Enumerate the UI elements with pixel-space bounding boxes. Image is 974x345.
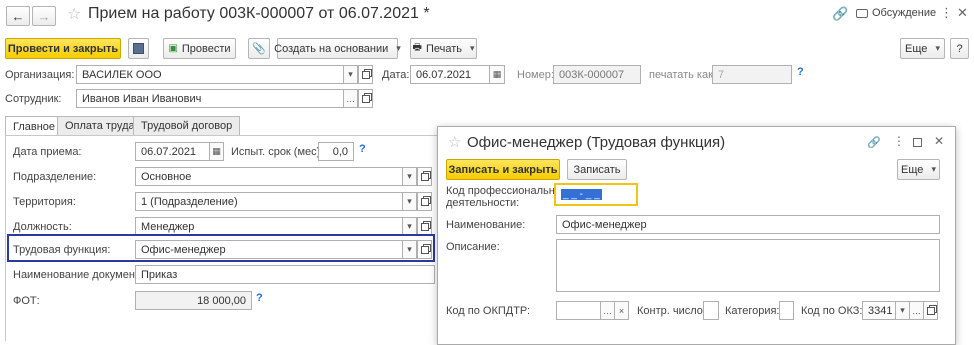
employee-field[interactable]: Иванов Иван Иванович (76, 89, 344, 108)
dialog-link-icon[interactable]: 🔗 (867, 136, 881, 149)
okpdtr-label: Код по ОКПДТР: (446, 305, 531, 317)
prof-code-value: _ _ - _ _ (561, 189, 602, 200)
okz-dropdown[interactable]: ▾ (895, 301, 910, 320)
prof-code-field[interactable]: _ _ - _ _ (554, 183, 638, 206)
probation-help-icon[interactable]: ? (359, 143, 366, 155)
arrow-right-icon: → (37, 8, 51, 24)
arrow-left-icon: ← (11, 8, 25, 24)
category-label: Категория: (725, 305, 780, 317)
probation-field[interactable]: 0,0 (318, 142, 354, 161)
okz-select-button[interactable]: … (909, 301, 924, 320)
link-icon[interactable]: 🔗 (832, 6, 848, 22)
calendar-icon: ▦ (212, 146, 221, 156)
okz-label: Код по ОКЗ: (801, 305, 863, 317)
discussion-button[interactable]: Обсуждение (856, 7, 936, 19)
doc-name-label: Наименование документа: (13, 269, 150, 281)
page-title: Прием на работу 003К-000007 от 06.07.202… (88, 5, 430, 22)
dept-open-button[interactable] (417, 167, 432, 186)
labor-function-dropdown[interactable]: ▾ (402, 240, 417, 259)
post-button[interactable]: ▣ Провести (163, 38, 236, 59)
labor-function-field[interactable]: Офис-менеджер (135, 240, 403, 259)
print-as-field[interactable]: 7 (712, 65, 792, 84)
save-button[interactable] (128, 38, 149, 59)
employee-label: Сотрудник: (5, 93, 62, 105)
territory-open-button[interactable] (417, 192, 432, 211)
okpdtr-field[interactable] (556, 301, 601, 320)
number-field: 003К-000007 (553, 65, 641, 84)
close-icon[interactable]: ✕ (957, 5, 968, 21)
org-dropdown[interactable]: ▾ (343, 65, 358, 84)
fot-help-icon[interactable]: ? (256, 292, 263, 304)
tab-payment[interactable]: Оплата труда (57, 116, 143, 135)
number-label: Номер: (517, 69, 554, 81)
print-as-help-icon[interactable]: ? (797, 66, 804, 78)
dept-dropdown[interactable]: ▾ (402, 167, 417, 186)
name-label: Наименование: (446, 219, 526, 231)
employee-open-button[interactable] (358, 89, 373, 108)
territory-field[interactable]: 1 (Подразделение) (135, 192, 403, 211)
help-button[interactable]: ? (950, 38, 969, 59)
back-button[interactable]: ← (6, 6, 30, 26)
okpdtr-select-button[interactable]: … (600, 301, 615, 320)
prof-code-label: Код профессиональной деятельности: (446, 185, 568, 209)
org-label: Организация: (5, 69, 75, 81)
tab-main[interactable]: Главное (5, 116, 64, 136)
dialog-close-icon[interactable]: ✕ (934, 134, 944, 148)
date-field[interactable]: 06.07.2021 (410, 65, 490, 84)
save-and-close-button[interactable]: Записать и закрыть (446, 159, 560, 180)
dept-field[interactable]: Основное (135, 167, 403, 186)
description-label: Описание: (446, 241, 500, 253)
org-open-button[interactable] (358, 65, 373, 84)
hire-date-calendar-button[interactable]: ▦ (209, 142, 224, 161)
more-vert-icon[interactable]: ⋮ (940, 5, 953, 21)
post-and-close-button[interactable]: Провести и закрыть (5, 38, 121, 59)
okz-open-button[interactable] (923, 301, 938, 320)
date-label: Дата: (382, 69, 410, 81)
dialog-favorite-star-icon[interactable]: ☆ (448, 133, 461, 151)
hire-date-field[interactable]: 06.07.2021 (135, 142, 210, 161)
post-document-icon: ▣ (168, 43, 178, 54)
dialog-maximize-icon[interactable] (913, 138, 922, 147)
paperclip-icon: 📎 (252, 43, 266, 55)
fot-field: 18 000,00 (135, 291, 252, 310)
more-button[interactable]: Еще (900, 38, 945, 59)
comment-icon (856, 8, 868, 18)
category-field[interactable] (779, 301, 794, 320)
dialog-more-vert-icon[interactable]: ⋮ (893, 134, 905, 148)
dialog-save-button[interactable]: Записать (567, 159, 627, 180)
doc-name-field[interactable]: Приказ (135, 265, 435, 284)
floppy-disk-icon (133, 43, 144, 54)
control-number-field[interactable] (703, 301, 719, 320)
print-button[interactable]: 🖶 Печать (410, 38, 477, 59)
fot-label: ФОТ: (13, 295, 40, 307)
tab-labor-contract[interactable]: Трудовой договор (133, 116, 241, 135)
dialog-title: Офис-менеджер (Трудовая функция) (467, 134, 726, 151)
favorite-star-icon[interactable]: ☆ (67, 4, 81, 24)
hire-date-label: Дата приема: (13, 146, 82, 158)
calendar-button[interactable]: ▦ (489, 65, 505, 84)
printer-icon: 🖶 (412, 42, 422, 53)
name-field[interactable]: Офис-менеджер (556, 215, 940, 234)
print-as-label: печатать как: (649, 69, 716, 81)
employee-select-button[interactable]: … (343, 89, 358, 108)
control-number-label: Контр. число: (637, 305, 706, 317)
okpdtr-clear-button[interactable]: × (614, 301, 629, 320)
territory-label: Территория: (13, 196, 76, 208)
labor-function-open-button[interactable] (417, 240, 432, 259)
dialog-more-button[interactable]: Еще (897, 159, 940, 180)
attach-button[interactable]: 📎 (248, 38, 270, 59)
create-based-on-button[interactable]: Создать на основании (274, 38, 398, 59)
question-icon: ? (956, 42, 963, 55)
dept-label: Подразделение: (13, 171, 97, 183)
calendar-icon: ▦ (492, 69, 502, 79)
territory-dropdown[interactable]: ▾ (402, 192, 417, 211)
forward-button[interactable]: → (32, 6, 56, 26)
labor-function-label: Трудовая функция: (13, 244, 111, 256)
probation-label: Испыт. срок (мес): (231, 146, 324, 158)
org-field[interactable]: ВАСИЛЕК ООО (76, 65, 344, 84)
position-label: Должность: (13, 221, 72, 233)
description-field[interactable] (556, 239, 940, 292)
okz-field[interactable]: 3341 (862, 301, 896, 320)
